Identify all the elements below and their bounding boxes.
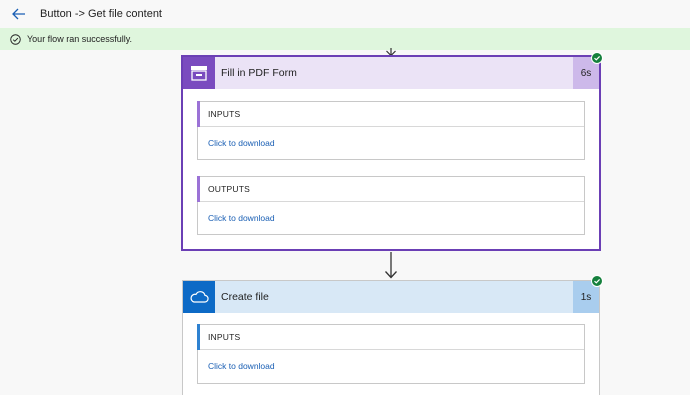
app-header: Button -> Get file content [0,0,690,28]
step-card-create-file[interactable]: Create file 1s INPUTS Click to download [182,280,600,395]
success-check-icon [591,275,603,287]
flow-title: Button -> Get file content [40,8,162,20]
download-link[interactable]: Click to download [208,361,275,371]
section-label: INPUTS [208,332,241,342]
success-check-icon [591,52,603,64]
outputs-section: OUTPUTS Click to download [197,176,585,235]
step-header[interactable]: Fill in PDF Form 6s [183,57,599,89]
section-label: INPUTS [208,109,241,119]
back-arrow-icon[interactable] [11,6,27,22]
download-link[interactable]: Click to download [208,138,275,148]
step-title: Create file [221,291,269,303]
success-message: Your flow ran successfully. [27,34,133,44]
connector-arrow-icon [385,252,397,279]
onedrive-cloud-icon [183,281,215,313]
step-header[interactable]: Create file 1s [183,281,599,313]
step-card-fill-pdf-form[interactable]: Fill in PDF Form 6s INPUTS Click to down… [182,56,600,250]
check-circle-icon [10,33,21,45]
success-banner: Your flow ran successfully. [0,28,690,50]
step-title: Fill in PDF Form [221,67,297,79]
pdf-form-icon [183,57,215,89]
inputs-section: INPUTS Click to download [197,324,585,384]
download-link[interactable]: Click to download [208,213,275,223]
section-label: OUTPUTS [208,184,251,194]
inputs-section: INPUTS Click to download [197,101,585,160]
